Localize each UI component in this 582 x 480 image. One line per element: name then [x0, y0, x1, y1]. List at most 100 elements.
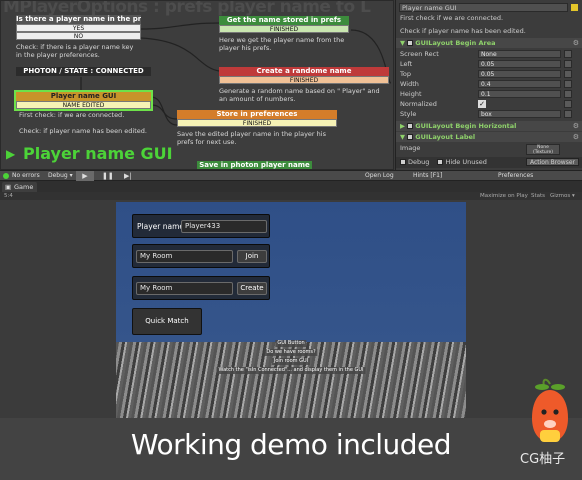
- fsm-node-save-photon[interactable]: Save in photon player name: [197, 161, 312, 169]
- action-header-begin-horizontal[interactable]: ▶ GUILayout Begin Horizontal ⚙: [396, 121, 582, 131]
- create-room-input[interactable]: My Room: [136, 282, 233, 295]
- create-room-box: My Room Create: [132, 276, 270, 300]
- inspector-panel[interactable]: Player name GUI First check if we are co…: [395, 0, 582, 170]
- gear-icon[interactable]: ⚙: [573, 38, 579, 48]
- gizmos-dropdown[interactable]: Gizmos ▾: [550, 192, 575, 200]
- field-value-screen-rect[interactable]: None: [478, 50, 561, 58]
- expand-arrow-icon[interactable]: ▼: [400, 39, 405, 47]
- fsm-node-header: PHOTON / STATE : CONNECTED: [16, 67, 151, 76]
- expand-arrow-icon[interactable]: ▼: [400, 133, 405, 141]
- hints-button[interactable]: Hints [F1]: [413, 171, 442, 181]
- expand-arrow-icon[interactable]: ▶: [400, 122, 405, 130]
- debug-label-have-rooms: Do we have rooms?: [264, 349, 318, 356]
- join-room-box: My Room Join: [132, 244, 270, 268]
- playmaker-toolbar: No errors Debug ▾ ▶ ❚❚ ▶| Open Log Hints…: [0, 170, 582, 181]
- enabled-checkbox[interactable]: [407, 40, 414, 46]
- create-button[interactable]: Create: [237, 282, 267, 295]
- pause-button[interactable]: ❚❚: [102, 171, 114, 181]
- hide-unused-label: Hide Unused: [445, 158, 487, 166]
- variable-toggle-icon[interactable]: [564, 50, 572, 58]
- play-state-icon: ▶: [6, 147, 16, 161]
- action-title: GUILayout Begin Horizontal: [415, 122, 517, 130]
- variable-toggle-icon[interactable]: [564, 100, 572, 108]
- field-value-style[interactable]: box: [478, 110, 561, 118]
- player-name-input[interactable]: Player433: [181, 220, 267, 233]
- field-value-top[interactable]: 0.05: [478, 70, 561, 78]
- status-ok-icon: [3, 173, 9, 179]
- field-row-width: Width 0.4: [396, 79, 582, 89]
- fsm-node-description: Check: if there is a player name key in …: [16, 43, 134, 59]
- field-value-height[interactable]: 0.1: [478, 90, 561, 98]
- fsm-node-player-name-gui[interactable]: Player name GUI NAME EDITED: [14, 90, 153, 111]
- state-description-1: First check if we are connected.: [400, 14, 504, 22]
- fsm-transition-finished[interactable]: FINISHED: [177, 119, 337, 127]
- fsm-node-description: First check: if we are connected. Check:…: [19, 111, 147, 135]
- normalized-checkbox[interactable]: ✓: [478, 100, 486, 108]
- fsm-node-photon-state[interactable]: PHOTON / STATE : CONNECTED: [16, 67, 151, 76]
- action-header-label[interactable]: ▼ GUILayout Label ⚙: [396, 132, 582, 142]
- variable-toggle-icon[interactable]: [564, 90, 572, 98]
- play-button[interactable]: ▶: [76, 171, 94, 181]
- step-icon: ▶|: [124, 172, 132, 180]
- field-value-left[interactable]: 0.05: [478, 60, 561, 68]
- fsm-transition-no[interactable]: NO: [16, 32, 141, 40]
- fsm-node-create-random[interactable]: Create a randome name FINISHED Generate …: [219, 67, 389, 103]
- fsm-link: [140, 22, 220, 30]
- field-label: Top: [400, 70, 411, 78]
- field-row-height: Height 0.1: [396, 89, 582, 99]
- field-label: Width: [400, 80, 419, 88]
- variable-toggle-icon[interactable]: [564, 70, 572, 78]
- aspect-dropdown[interactable]: 5:4: [4, 192, 13, 200]
- gear-icon[interactable]: ⚙: [573, 121, 579, 131]
- fsm-link: [150, 96, 178, 126]
- hide-unused-checkbox[interactable]: [437, 159, 444, 165]
- gear-icon[interactable]: ⚙: [573, 132, 579, 142]
- field-value-width[interactable]: 0.4: [478, 80, 561, 88]
- variable-toggle-icon[interactable]: [564, 110, 572, 118]
- action-header-begin-area[interactable]: ▼ GUILayout Begin Area ⚙: [396, 38, 582, 48]
- fsm-node-header: Is there a player name in the prefs?: [16, 15, 141, 24]
- fsm-node-header: Save in photon player name: [197, 161, 312, 169]
- debug-label-gui-button: GUI Button: [275, 340, 307, 347]
- no-errors-label[interactable]: No errors: [12, 171, 40, 181]
- caption-text: Working demo included: [130, 428, 452, 461]
- state-name-field[interactable]: Player name GUI: [399, 3, 568, 12]
- action-title: GUILayout Label: [415, 133, 476, 141]
- state-name-row[interactable]: Player name GUI: [396, 3, 582, 13]
- field-label: Screen Rect: [400, 50, 439, 58]
- join-button[interactable]: Join: [237, 250, 267, 263]
- open-log-button[interactable]: Open Log: [365, 171, 394, 181]
- fsm-node-store-prefs[interactable]: Store in preferences FINISHED Save the e…: [177, 110, 337, 146]
- fsm-transition-yes[interactable]: YES: [16, 24, 141, 32]
- preferences-button[interactable]: Preferences: [498, 171, 533, 181]
- state-color-swatch-icon[interactable]: [571, 4, 578, 11]
- debug-dropdown[interactable]: Debug ▾: [48, 171, 73, 181]
- step-button[interactable]: ▶|: [124, 171, 132, 181]
- maximize-on-play-toggle[interactable]: Maximize on Play: [480, 192, 528, 200]
- fsm-graph-panel[interactable]: MPlayerOptions : prefs player name to L …: [0, 0, 394, 170]
- fsm-transition-finished[interactable]: FINISHED: [219, 76, 389, 84]
- fsm-transition-name-edited[interactable]: NAME EDITED: [16, 101, 151, 109]
- player-name-label: Player name:: [137, 222, 187, 231]
- fsm-node-description: Save the edited player name in the playe…: [177, 130, 326, 146]
- join-room-input[interactable]: My Room: [136, 250, 233, 263]
- game-controller-icon: ▣: [5, 183, 12, 191]
- game-scene[interactable]: Player name: Player433 My Room Join My R…: [116, 202, 466, 418]
- fsm-transition-finished[interactable]: FINISHED: [219, 25, 349, 33]
- field-row-screen-rect: Screen Rect None: [396, 49, 582, 59]
- debug-checkbox[interactable]: [400, 159, 406, 165]
- tab-game[interactable]: ▣ Game: [2, 182, 38, 192]
- fsm-node-is-there[interactable]: Is there a player name in the prefs? YES…: [16, 15, 141, 59]
- field-row-left: Left 0.05: [396, 59, 582, 69]
- quick-match-button[interactable]: Quick Match: [132, 308, 202, 335]
- stats-toggle[interactable]: Stats: [531, 192, 545, 200]
- action-browser-button[interactable]: Action Browser: [525, 158, 579, 166]
- selected-state-label: Player name GUI: [23, 144, 173, 163]
- enabled-checkbox[interactable]: [407, 134, 414, 140]
- game-view[interactable]: Player name: Player433 My Room Join My R…: [0, 200, 582, 418]
- fsm-node-get-name[interactable]: Get the name stored in prefs FINISHED He…: [219, 16, 349, 52]
- variable-toggle-icon[interactable]: [564, 60, 572, 68]
- image-object-field[interactable]: None (Texture): [526, 144, 560, 155]
- variable-toggle-icon[interactable]: [564, 80, 572, 88]
- enabled-checkbox[interactable]: [407, 123, 414, 129]
